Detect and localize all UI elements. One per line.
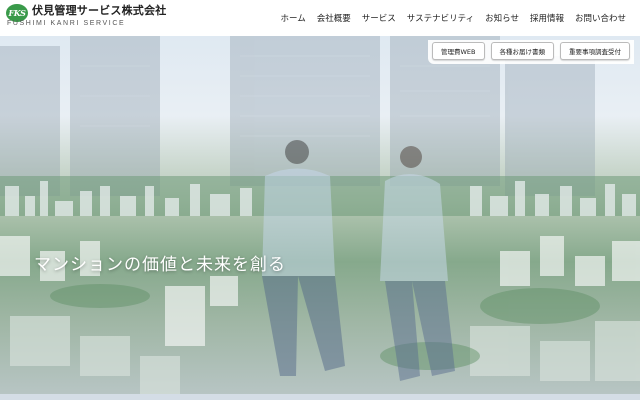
nav-recruit[interactable]: 採用情報 <box>530 12 564 24</box>
site-header: FKS 伏見管理サービス株式会社 FUSHIMI KANRI SERVICE ホ… <box>0 0 640 36</box>
hero-tagline: マンションの価値と未来を創る <box>34 255 286 275</box>
company-logo[interactable]: FKS 伏見管理サービス株式会社 FUSHIMI KANRI SERVICE <box>6 4 166 29</box>
hero-bottom-strip <box>0 394 640 400</box>
nav-home[interactable]: ホーム <box>281 12 306 24</box>
inquiry-reception-button[interactable]: 重要事項調査受付 <box>560 42 630 60</box>
main-nav: ホーム 会社概要 サービス サステナビリティ お知らせ 採用情報 お問い合わせ <box>281 12 626 24</box>
documents-button[interactable]: 各種お届け書類 <box>490 42 554 60</box>
sub-button-bar: 管理費WEB 各種お届け書類 重要事項調査受付 <box>428 40 634 64</box>
hero-cityscape-image <box>0 36 640 400</box>
nav-news[interactable]: お知らせ <box>485 12 519 24</box>
logo-text: 伏見管理サービス株式会社 FUSHIMI KANRI SERVICE <box>7 4 167 29</box>
nav-company[interactable]: 会社概要 <box>317 12 351 24</box>
nav-sustainability[interactable]: サステナビリティ <box>407 12 474 24</box>
company-name-en: FUSHIMI KANRI SERVICE <box>7 20 126 27</box>
company-name-jp: 伏見管理サービス株式会社 <box>32 4 167 17</box>
management-fee-web-button[interactable]: 管理費WEB <box>432 42 485 60</box>
hero-section: マンションの価値と未来を創る <box>0 36 640 400</box>
nav-services[interactable]: サービス <box>362 12 396 24</box>
nav-contact[interactable]: お問い合わせ <box>575 12 626 24</box>
